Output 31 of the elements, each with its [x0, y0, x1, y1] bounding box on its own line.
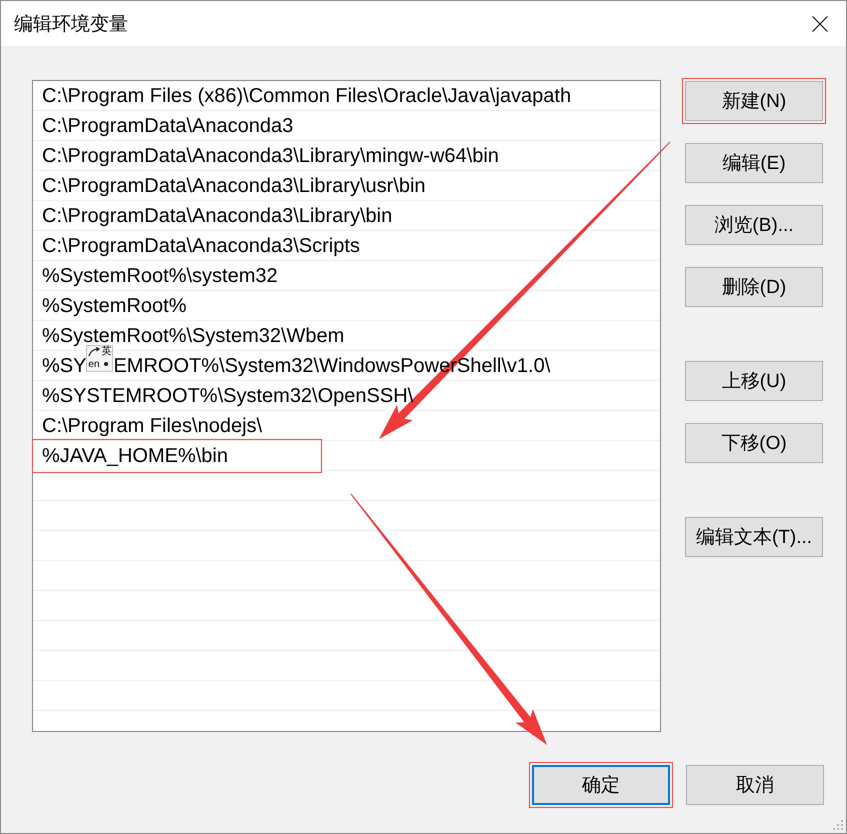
- side-button[interactable]: 编辑(E): [685, 143, 823, 183]
- path-entry[interactable]: C:\ProgramData\Anaconda3\Library\mingw-w64\bin: [42, 144, 499, 168]
- path-entry[interactable]: C:\ProgramData\Anaconda3: [42, 114, 294, 138]
- path-entry[interactable]: %SystemRoot%\System32\Wbem: [42, 324, 344, 348]
- input-method-indicator[interactable]: 英 en: [86, 344, 114, 372]
- side-button[interactable]: 新建(N): [685, 81, 823, 121]
- path-entry[interactable]: C:\ProgramData\Anaconda3\Library\bin: [42, 204, 392, 228]
- path-entry[interactable]: %SYSTEMROOT%\System32\OpenSSH\: [42, 384, 414, 408]
- path-entry[interactable]: %SY: [42, 354, 86, 378]
- ime-language-label: 英: [101, 346, 112, 357]
- path-entry[interactable]: %SystemRoot%: [42, 294, 186, 318]
- side-button[interactable]: 编辑文本(T)...: [685, 517, 823, 557]
- close-icon[interactable]: [812, 16, 828, 32]
- path-entry[interactable]: C:\Program Files (x86)\Common Files\Oracle\Java\javapath: [42, 84, 572, 108]
- ime-mode-label: en: [88, 358, 100, 370]
- side-button[interactable]: 下移(O): [685, 423, 823, 463]
- curved-arrow-icon: [88, 346, 100, 356]
- window-title: 编辑环境变量: [14, 12, 128, 36]
- side-button[interactable]: 浏览(B)...: [685, 205, 823, 245]
- path-entry[interactable]: %SystemRoot%\system32: [42, 264, 278, 288]
- side-button[interactable]: 删除(D): [685, 267, 823, 307]
- resize-grip-icon[interactable]: [832, 819, 844, 831]
- path-entry[interactable]: C:\Program Files\nodejs\: [42, 414, 262, 438]
- dialog-button[interactable]: 取消: [686, 765, 824, 805]
- dot-icon: [104, 362, 108, 366]
- path-entry[interactable]: C:\ProgramData\Anaconda3\Library\usr\bin: [42, 174, 426, 198]
- path-entry[interactable]: %JAVA_HOME%\bin: [42, 444, 228, 468]
- dialog-button[interactable]: 确定: [532, 765, 670, 805]
- path-entry[interactable]: C:\ProgramData\Anaconda3\Scripts: [42, 234, 360, 258]
- path-list[interactable]: [32, 80, 661, 732]
- side-button[interactable]: 上移(U): [685, 361, 823, 401]
